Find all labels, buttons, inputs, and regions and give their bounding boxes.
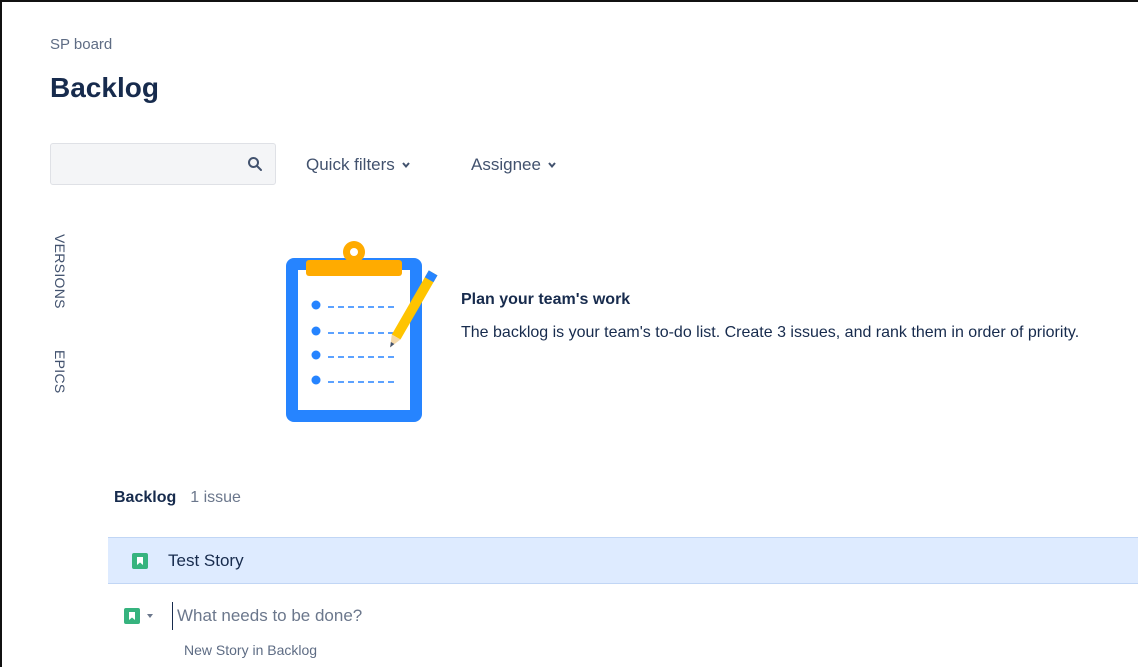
search-field[interactable] xyxy=(50,143,276,185)
tab-epics[interactable]: EPICS xyxy=(52,350,68,394)
quick-filters-label: Quick filters xyxy=(306,155,395,174)
caret-down-icon xyxy=(147,614,153,618)
backlog-label: Backlog xyxy=(114,489,177,506)
assignee-filter-label: Assignee xyxy=(471,155,541,174)
issue-summary[interactable]: Test Story xyxy=(168,551,244,571)
chevron-down-icon xyxy=(548,162,556,169)
create-issue-hint: New Story in Backlog xyxy=(184,642,318,658)
backlog-header: Backlog 1 issue xyxy=(114,489,241,507)
tab-versions[interactable]: VERSIONS xyxy=(52,234,68,309)
table-row[interactable]: Test Story xyxy=(108,537,1138,584)
assignee-filter-button[interactable]: Assignee xyxy=(471,152,557,178)
chevron-down-icon xyxy=(402,162,410,169)
issue-type-dropdown[interactable] xyxy=(124,608,154,624)
create-issue-row xyxy=(124,602,672,630)
backlog-issue-count: 1 issue xyxy=(190,489,241,506)
create-issue-input[interactable] xyxy=(172,602,672,630)
clipboard-illustration xyxy=(286,241,438,422)
breadcrumb[interactable]: SP board xyxy=(50,36,112,53)
story-icon xyxy=(124,608,140,624)
story-icon xyxy=(132,552,148,569)
quick-filters-button[interactable]: Quick filters xyxy=(306,152,411,178)
search-input[interactable] xyxy=(51,144,241,184)
search-icon[interactable] xyxy=(247,156,263,172)
page-title: Backlog xyxy=(50,72,159,103)
empty-state-title: Plan your team's work xyxy=(461,291,631,308)
empty-state-description: The backlog is your team's to-do list. C… xyxy=(461,324,1080,341)
app-frame: SP board Backlog Quick filters Assignee … xyxy=(0,0,1138,667)
